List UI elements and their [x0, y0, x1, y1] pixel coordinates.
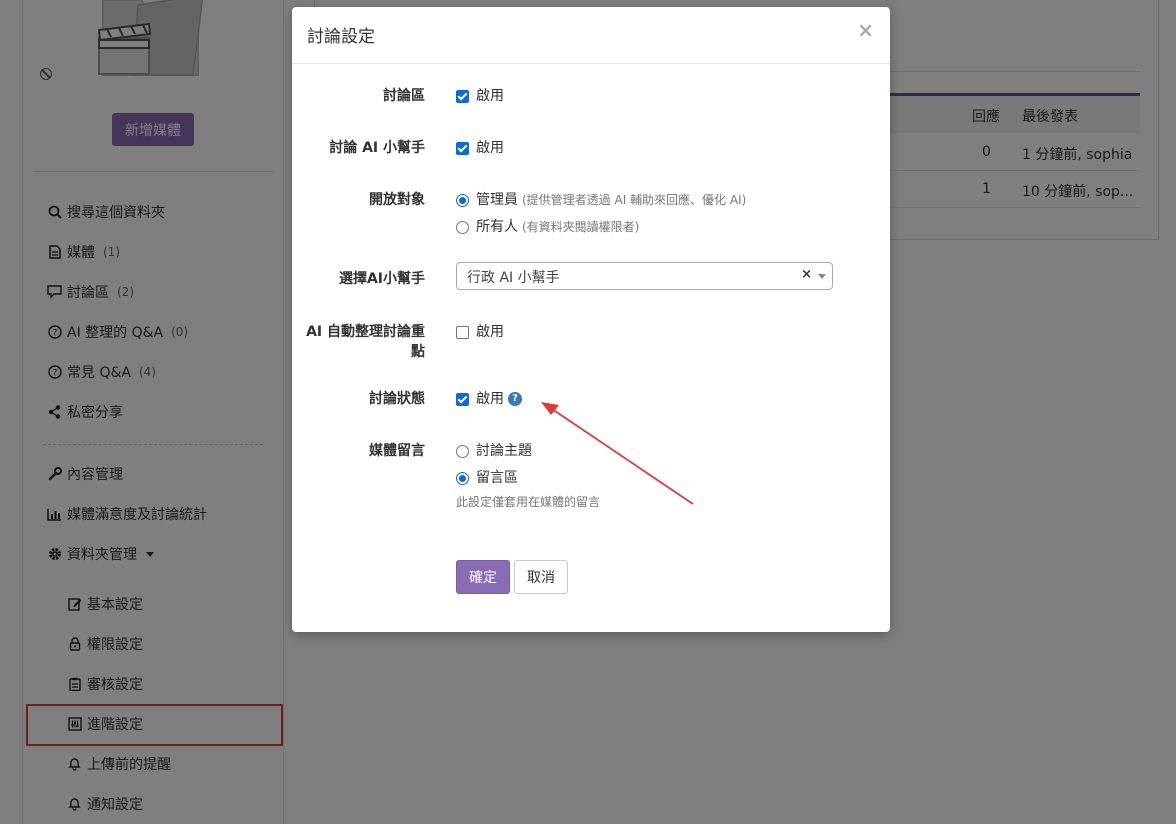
checkbox-label: 啟用	[476, 88, 504, 104]
discussion-label: 討論區	[383, 88, 425, 104]
ai-summary-enable-checkbox[interactable]: 啟用	[456, 322, 504, 342]
ai-summary-label-line1: AI 自動整理討論重	[306, 324, 425, 340]
modal-title: 討論設定	[307, 27, 375, 47]
radio-label: 討論主題	[476, 443, 532, 459]
discussion-enable-checkbox[interactable]: 啟用	[456, 86, 504, 106]
ai-assistant-enable-checkbox[interactable]: 啟用	[456, 138, 504, 158]
audience-option-admin[interactable]: 管理員 (提供管理者透過 AI 輔助來回應、優化 AI)	[456, 190, 746, 210]
radio-label: 管理員	[476, 192, 518, 208]
media-comment-option-comment-area[interactable]: 留言區	[456, 468, 518, 488]
radio-hint: (提供管理者透過 AI 輔助來回應、優化 AI)	[522, 193, 747, 207]
chevron-down-icon[interactable]	[818, 274, 826, 279]
radio-hint: (有資料夾閱讀權限者)	[522, 220, 640, 234]
clear-icon[interactable]: ×	[801, 267, 812, 282]
ai-assistant-label: 討論 AI 小幫手	[329, 140, 425, 156]
checkbox-label: 啟用	[476, 391, 504, 407]
radio-unselected[interactable]	[456, 444, 469, 458]
radio-label: 留言區	[476, 470, 518, 486]
choose-assistant-label: 選擇AI小幫手	[338, 271, 425, 287]
media-comment-label: 媒體留言	[369, 443, 425, 459]
checkbox-checked[interactable]	[456, 89, 469, 103]
radio-label: 所有人	[476, 219, 518, 235]
close-icon[interactable]: ×	[857, 20, 874, 40]
checkbox-label: 啟用	[476, 324, 504, 340]
radio-selected[interactable]	[456, 193, 469, 207]
checkbox-checked[interactable]	[456, 392, 469, 406]
radio-unselected[interactable]	[456, 220, 469, 234]
discussion-status-label: 討論狀態	[369, 391, 425, 407]
radio-selected[interactable]	[456, 471, 469, 485]
assistant-select[interactable]: 行政 AI 小幫手 ×	[456, 262, 833, 290]
media-comment-option-topic[interactable]: 討論主題	[456, 441, 532, 461]
checkbox-unchecked[interactable]	[456, 325, 469, 339]
help-icon[interactable]: ?	[508, 392, 522, 406]
confirm-button[interactable]: 確定	[456, 560, 510, 594]
audience-label: 開放對象	[369, 192, 425, 208]
ai-summary-label-line2: 點	[411, 344, 425, 360]
cancel-button[interactable]: 取消	[514, 560, 568, 594]
ai-summary-label: AI 自動整理討論重 點	[306, 322, 425, 362]
assistant-select-value: 行政 AI 小幫手	[467, 270, 560, 286]
audience-option-everyone[interactable]: 所有人 (有資料夾閱讀權限者)	[456, 217, 639, 237]
checkbox-checked[interactable]	[456, 141, 469, 155]
checkbox-label: 啟用	[476, 140, 504, 156]
discussion-status-enable-checkbox[interactable]: 啟用 ?	[456, 389, 522, 409]
discussion-settings-modal: 討論設定 × 討論區 啟用 討論 AI 小幫手 啟用 開放對象 管理員 (提供管…	[292, 7, 890, 632]
media-comment-note: 此設定僅套用在媒體的留言	[456, 495, 601, 509]
modal-header: 討論設定 ×	[292, 7, 890, 64]
